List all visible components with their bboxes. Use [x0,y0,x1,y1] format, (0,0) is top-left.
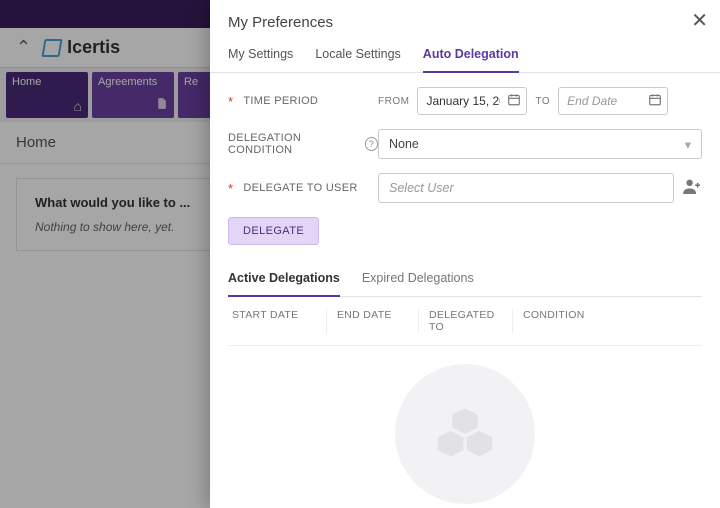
panel-title: My Preferences [210,0,720,39]
label-to: TO [535,96,550,107]
label-delegation-condition: DELEGATION CONDITION [228,132,359,156]
empty-state: It looks like there are no records for y… [228,346,702,508]
label-time-period: TIME PERIOD [243,95,318,107]
delegation-subtabs: Active Delegations Expired Delegations [228,263,702,297]
row-delegation-condition: DELEGATION CONDITION ? None ▾ [228,129,702,159]
col-start-date: START DATE [232,309,326,333]
subtab-active-delegations[interactable]: Active Delegations [228,263,340,297]
col-end-date: END DATE [326,309,418,333]
calendar-icon[interactable] [648,93,662,110]
close-icon[interactable]: ✕ [691,8,708,33]
label-from: FROM [378,96,409,107]
chevron-down-icon: ▾ [685,137,691,152]
tab-auto-delegation[interactable]: Auto Delegation [423,39,519,73]
user-placeholder: Select User [389,181,454,195]
panel-body: * TIME PERIOD FROM TO [210,73,720,508]
row-delegate-to-user: * DELEGATE TO USER Select User [228,173,702,203]
preferences-panel: ✕ My Preferences My Settings Locale Sett… [210,0,720,508]
row-time-period: * TIME PERIOD FROM TO [228,87,702,115]
delegation-condition-select[interactable]: None ▾ [378,129,702,159]
select-value: None [389,137,419,151]
calendar-icon[interactable] [507,93,521,110]
panel-tabs: My Settings Locale Settings Auto Delegat… [210,39,720,73]
col-condition: CONDITION [512,309,698,333]
add-user-icon[interactable] [682,178,702,199]
empty-illustration [395,364,535,504]
required-asterisk: * [228,94,233,109]
subtab-expired-delegations[interactable]: Expired Delegations [362,263,474,296]
tab-locale-settings[interactable]: Locale Settings [315,39,400,72]
delegation-table-header: START DATE END DATE DELEGATED TO CONDITI… [228,297,702,346]
tab-my-settings[interactable]: My Settings [228,39,293,72]
help-icon[interactable]: ? [365,137,378,151]
col-delegated-to: DELEGATED TO [418,309,512,333]
delegate-user-input[interactable]: Select User [378,173,674,203]
delegate-button[interactable]: DELEGATE [228,217,319,245]
label-delegate-to-user: DELEGATE TO USER [243,182,357,194]
required-asterisk: * [228,181,233,196]
